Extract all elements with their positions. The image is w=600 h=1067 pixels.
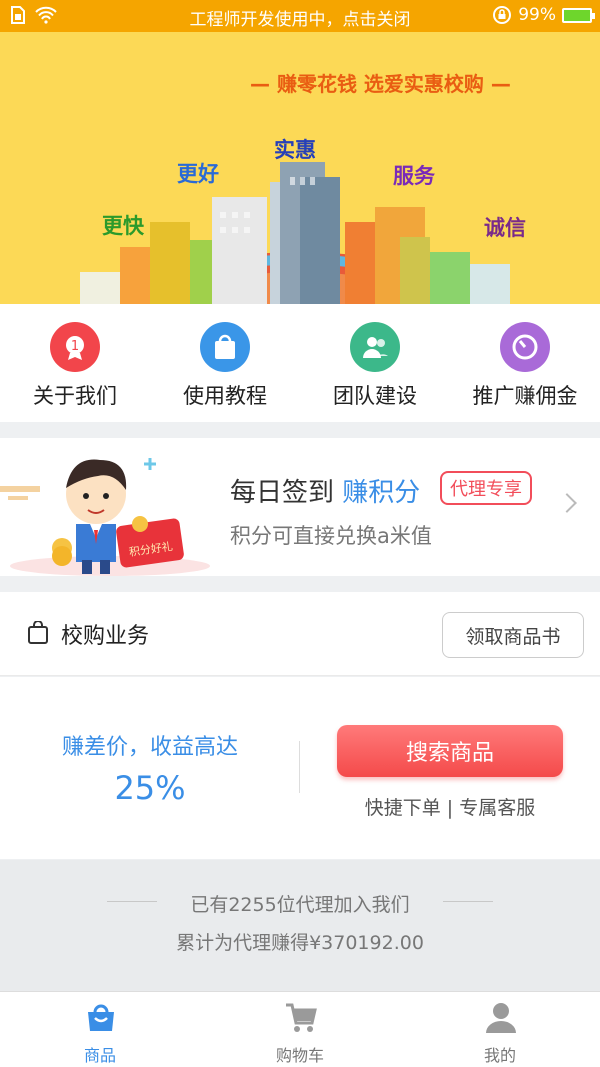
status-right: 99% (492, 5, 595, 25)
agent-count-text: 已有2255位代理加入我们 (190, 894, 410, 916)
profit-rate: 25% (114, 769, 186, 807)
nav-team-building[interactable]: 团队建设 (300, 304, 450, 422)
bag-icon (200, 322, 250, 372)
user-icon (486, 1003, 516, 1033)
tab-label: 购物车 (275, 1046, 324, 1065)
tab-me[interactable]: 我的 (400, 992, 600, 1067)
tab-label: 商品 (83, 1046, 116, 1065)
business-title: 校购业务 (61, 624, 150, 649)
business-body: 赚差价，收益高达 25% 搜索商品 快捷下单 | 专属客服 (0, 677, 600, 859)
claim-catalog-button[interactable]: 领取商品书 (442, 612, 584, 658)
business-header: 校购业务 领取商品书 (0, 592, 600, 676)
daily-signin-banner[interactable]: 积分好礼 每日签到 赚积分 代理专享 积分可直接兑换a米值 (0, 438, 600, 576)
nav-promote-earn[interactable]: 推广赚佣金 (450, 304, 600, 422)
battery-icon (562, 7, 595, 23)
banner-slogan: — 赚零花钱 选爱实惠校购 — (250, 72, 511, 96)
nav-label: 使用教程 (183, 384, 267, 408)
tab-label: 我的 (483, 1046, 516, 1065)
banner-word-integrity: 诚信 (484, 216, 526, 240)
chevron-right-icon (557, 493, 577, 513)
search-subtitle: 快捷下单 | 专属客服 (364, 797, 536, 819)
battery-percent: 99% (518, 5, 556, 25)
nav-label: 团队建设 (333, 384, 417, 408)
nav-tutorial[interactable]: 使用教程 (150, 304, 300, 422)
shopping-bag-icon (88, 1004, 114, 1031)
cart-icon (286, 1003, 317, 1032)
tab-products[interactable]: 商品 (0, 992, 200, 1067)
profit-text: 赚差价，收益高达 (61, 735, 238, 760)
nav-about-us[interactable]: 1 关于我们 (0, 304, 150, 422)
promo-banner[interactable]: — 赚零花钱 选爱实惠校购 — 更快 更好 实惠 服务 诚信 (0, 32, 600, 304)
bottom-tab-bar: 商品 购物车 我的 (0, 991, 600, 1067)
banner-word-better: 更好 (177, 162, 219, 186)
team-icon (350, 322, 400, 372)
agent-exclusive-badge: 代理专享 (440, 471, 532, 505)
agent-stats: 已有2255位代理加入我们 累计为代理赚得¥370192.00 (0, 860, 600, 991)
signin-subtitle: 积分可直接兑换a米值 (230, 524, 432, 548)
tab-cart[interactable]: 购物车 (200, 992, 400, 1067)
banner-word-value: 实惠 (274, 138, 316, 162)
divider (299, 741, 300, 793)
clock-icon (500, 322, 550, 372)
banner-word-faster: 更快 (102, 214, 144, 238)
status-bar[interactable]: 工程师开发使用中，点击关闭 99% (0, 0, 600, 32)
agent-earnings-text: 累计为代理赚得¥370192.00 (176, 932, 424, 954)
search-products-button[interactable]: 搜索商品 (337, 725, 563, 777)
nav-label: 关于我们 (33, 384, 117, 408)
svg-text:1: 1 (71, 339, 79, 354)
signin-illustration: 积分好礼 (0, 458, 210, 576)
shopping-bag-outline-icon (28, 621, 48, 644)
lock-rotation-icon (493, 6, 512, 24)
medal-icon: 1 (50, 322, 100, 372)
nav-label: 推广赚佣金 (472, 384, 578, 408)
banner-word-service: 服务 (393, 164, 435, 188)
signin-title: 每日签到 赚积分 (230, 478, 421, 508)
quick-nav: 1 关于我们 使用教程 团队建设 推广赚佣金 (0, 304, 600, 422)
